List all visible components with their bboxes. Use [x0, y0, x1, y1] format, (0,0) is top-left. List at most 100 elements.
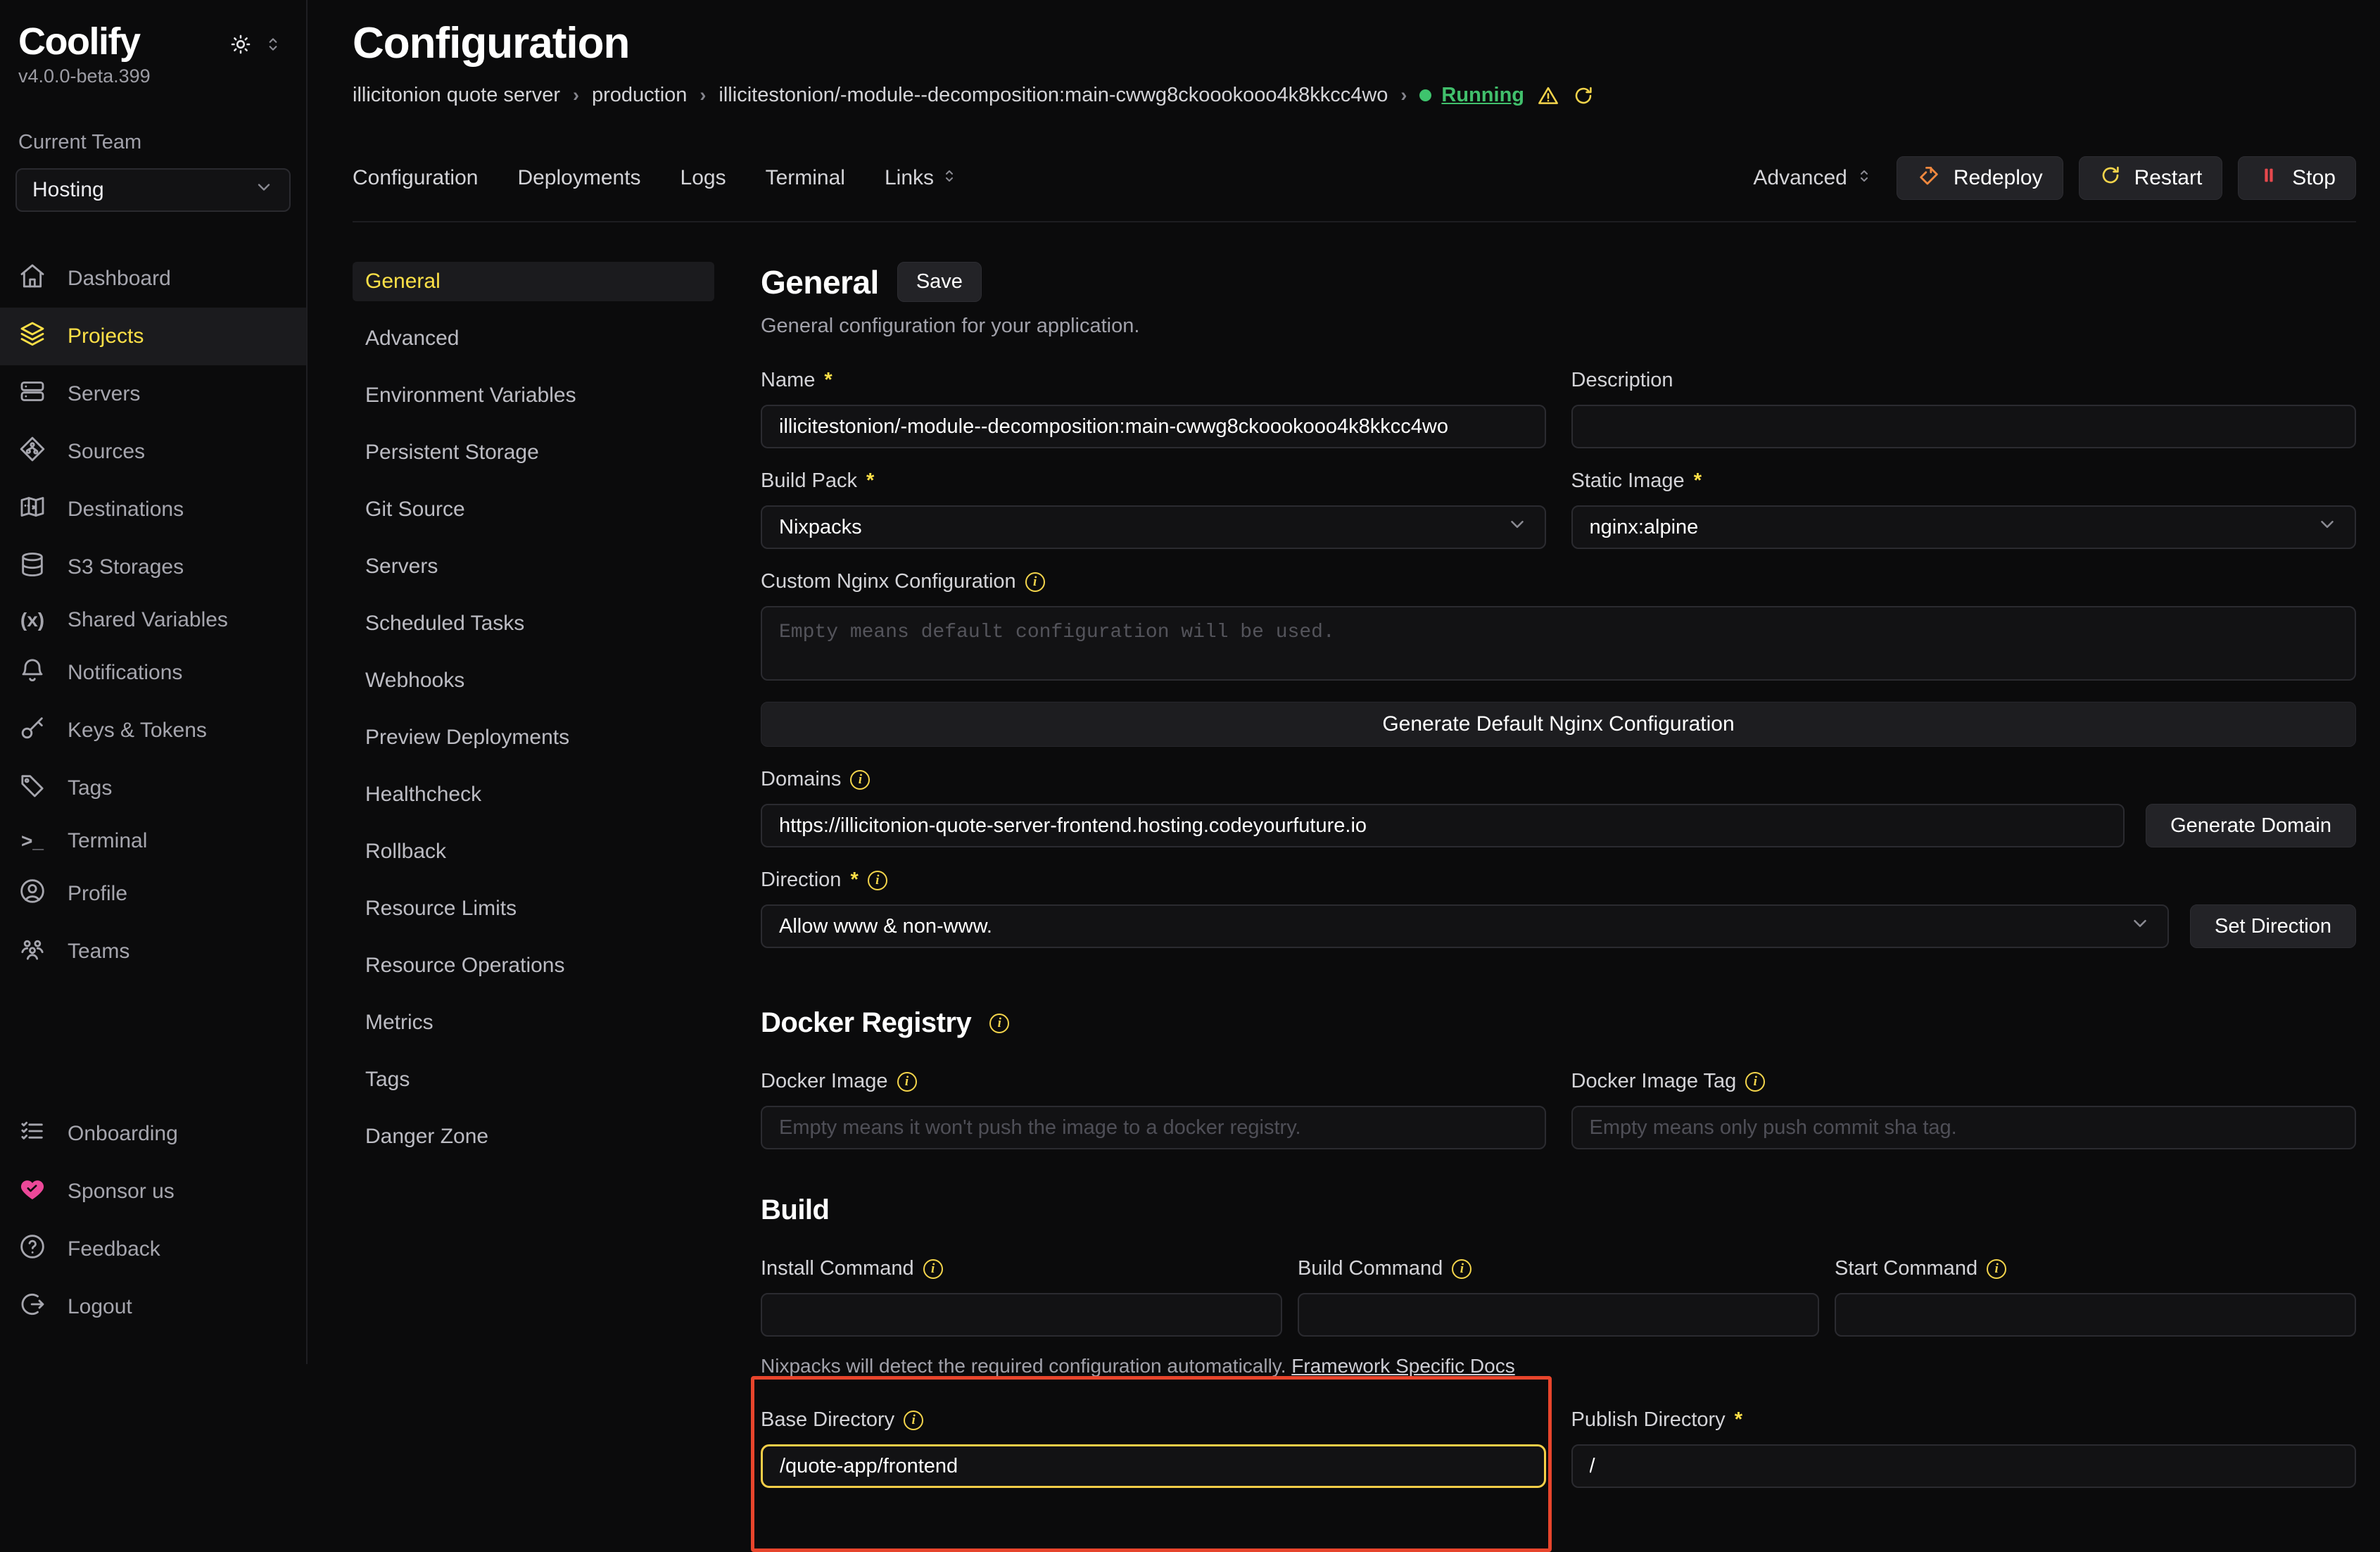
tab-terminal[interactable]: Terminal [766, 166, 845, 190]
subnav-rollback[interactable]: Rollback [353, 832, 714, 871]
generate-domain-button[interactable]: Generate Domain [2146, 804, 2356, 847]
generate-nginx-button[interactable]: Generate Default Nginx Configuration [761, 702, 2356, 747]
restart-button[interactable]: Restart [2079, 156, 2223, 200]
description-input[interactable] [1571, 405, 2357, 448]
breadcrumb-project[interactable]: illicitonion quote server [353, 84, 560, 107]
info-icon: i [1452, 1259, 1471, 1279]
framework-docs-link[interactable]: Framework Specific Docs [1291, 1355, 1514, 1377]
name-input[interactable] [761, 405, 1546, 448]
info-icon: i [923, 1259, 943, 1279]
tab-links[interactable]: Links [885, 166, 958, 190]
sidebar-item-sources[interactable]: Sources [0, 423, 306, 481]
subnav-servers[interactable]: Servers [353, 547, 714, 586]
tab-logs[interactable]: Logs [681, 166, 726, 190]
help-circle-icon [18, 1232, 46, 1266]
subnav-git-source[interactable]: Git Source [353, 490, 714, 529]
save-button[interactable]: Save [897, 262, 982, 302]
sidebar-item-profile[interactable]: Profile [0, 865, 306, 923]
subnav-environment-variables[interactable]: Environment Variables [353, 376, 714, 415]
theme-switcher-chevrons[interactable] [264, 35, 282, 53]
restart-label: Restart [2134, 166, 2203, 190]
sidebar-item-label: Onboarding [68, 1122, 178, 1146]
heart-icon [18, 1175, 46, 1209]
subnav-metrics[interactable]: Metrics [353, 1003, 714, 1042]
refresh-icon[interactable] [1572, 84, 1595, 107]
variables-icon: (x) [18, 609, 46, 631]
set-direction-button[interactable]: Set Direction [2190, 904, 2356, 948]
sidebar-item-destinations[interactable]: Destinations [0, 481, 306, 538]
info-icon: i [868, 871, 887, 890]
direction-label: Direction* i [761, 869, 2356, 892]
breadcrumb-separator: › [573, 84, 579, 106]
sidebar-item-label: Shared Variables [68, 608, 228, 632]
sidebar-item-teams[interactable]: Teams [0, 923, 306, 980]
sidebar-item-label: Destinations [68, 498, 184, 522]
theme-sun-icon[interactable] [229, 32, 253, 56]
sidebar-item-servers[interactable]: Servers [0, 365, 306, 423]
build-pack-select[interactable]: Nixpacks [761, 505, 1546, 549]
subnav-advanced[interactable]: Advanced [353, 319, 714, 358]
info-icon: i [1025, 572, 1045, 592]
subnav-scheduled-tasks[interactable]: Scheduled Tasks [353, 604, 714, 643]
subnav-general[interactable]: General [353, 262, 714, 301]
sidebar-item-label: Keys & Tokens [68, 719, 207, 743]
publish-directory-input[interactable] [1571, 1444, 2357, 1488]
sidebar-item-keys-tokens[interactable]: Keys & Tokens [0, 702, 306, 759]
breadcrumb-resource[interactable]: illicitestonion/-module--decomposition:m… [719, 84, 1388, 107]
sidebar-item-terminal[interactable]: >_ Terminal [0, 817, 306, 865]
base-directory-label: Base Directory i [761, 1408, 1546, 1432]
breadcrumb-environment[interactable]: production [592, 84, 687, 107]
redeploy-icon [1917, 163, 1941, 193]
team-select[interactable]: Hosting [15, 168, 291, 212]
status-indicator: Running [1419, 84, 1524, 107]
sidebar-item-tags[interactable]: Tags [0, 759, 306, 817]
sidebar-item-sponsor-us[interactable]: Sponsor us [0, 1163, 306, 1220]
subnav-webhooks[interactable]: Webhooks [353, 661, 714, 700]
static-image-select[interactable]: nginx:alpine [1571, 505, 2357, 549]
sidebar-item-projects[interactable]: Projects [0, 308, 306, 365]
sidebar: Coolify v4.0.0-beta.399 Current Team Hos… [0, 0, 308, 1364]
custom-nginx-textarea[interactable] [761, 606, 2356, 681]
status-running-link[interactable]: Running [1441, 84, 1524, 107]
subnav-persistent-storage[interactable]: Persistent Storage [353, 433, 714, 472]
domains-input[interactable] [761, 804, 2125, 847]
subnav-danger-zone[interactable]: Danger Zone [353, 1117, 714, 1156]
warning-icon[interactable] [1537, 84, 1559, 107]
sidebar-item-label: Sources [68, 440, 145, 464]
sidebar-item-label: Terminal [68, 829, 147, 853]
subnav-healthcheck[interactable]: Healthcheck [353, 775, 714, 814]
sidebar-item-s3-storages[interactable]: S3 Storages [0, 538, 306, 596]
sidebar-item-feedback[interactable]: Feedback [0, 1220, 306, 1278]
info-icon: i [989, 1014, 1009, 1033]
sidebar-item-notifications[interactable]: Notifications [0, 644, 306, 702]
checklist-icon [18, 1117, 46, 1151]
general-heading: General [761, 263, 879, 301]
docker-image-tag-label: Docker Image Tag i [1571, 1070, 2357, 1093]
advanced-dropdown[interactable]: Advanced [1753, 166, 1872, 190]
name-label: Name* [761, 369, 1546, 392]
subnav-resource-operations[interactable]: Resource Operations [353, 946, 714, 985]
subnav-preview-deployments[interactable]: Preview Deployments [353, 718, 714, 757]
sidebar-item-onboarding[interactable]: Onboarding [0, 1105, 306, 1163]
base-directory-input[interactable] [761, 1444, 1546, 1488]
docker-image-input[interactable] [761, 1106, 1546, 1149]
breadcrumb: illicitonion quote server › production ›… [353, 84, 2356, 107]
build-command-input[interactable] [1298, 1293, 1819, 1337]
sidebar-item-shared-variables[interactable]: (x) Shared Variables [0, 596, 306, 644]
direction-select[interactable]: Allow www & non-www. [761, 904, 2169, 948]
redeploy-button[interactable]: Redeploy [1897, 156, 2063, 200]
bell-icon [18, 656, 46, 690]
subnav-resource-limits[interactable]: Resource Limits [353, 889, 714, 928]
sidebar-item-label: S3 Storages [68, 555, 184, 579]
subnav-tags[interactable]: Tags [353, 1060, 714, 1099]
sidebar-item-dashboard[interactable]: Dashboard [0, 250, 306, 308]
start-command-input[interactable] [1835, 1293, 2356, 1337]
tab-configuration[interactable]: Configuration [353, 166, 478, 190]
stop-button[interactable]: Stop [2238, 156, 2356, 200]
install-command-input[interactable] [761, 1293, 1282, 1337]
sidebar-item-label: Teams [68, 940, 129, 964]
sidebar-item-logout[interactable]: Logout [0, 1278, 306, 1336]
docker-image-tag-input[interactable] [1571, 1106, 2357, 1149]
redeploy-label: Redeploy [1954, 166, 2043, 190]
tab-deployments[interactable]: Deployments [517, 166, 640, 190]
